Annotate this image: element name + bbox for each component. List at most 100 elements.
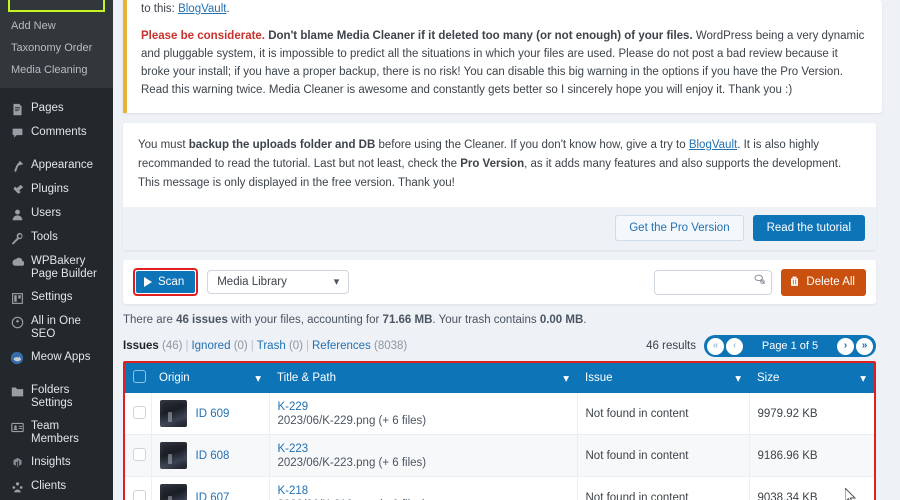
media-thumbnail xyxy=(159,442,187,469)
sidebar-item-label: Team Members xyxy=(31,420,79,445)
row-checkbox[interactable] xyxy=(133,489,146,500)
chevron-down-icon[interactable]: ▾ xyxy=(735,371,741,385)
media-title-link[interactable]: K-223 xyxy=(278,443,569,455)
tab-issues[interactable]: Issues (46) xyxy=(123,340,182,352)
column-issue[interactable]: Issue ▾ xyxy=(577,363,749,393)
read-tutorial-button[interactable]: Read the tutorial xyxy=(752,215,865,241)
row-title-cell: K-223 2023/06/K-223.png (+ 6 files) xyxy=(269,434,578,477)
row-select-cell xyxy=(125,393,152,435)
search-box[interactable] xyxy=(654,269,773,295)
sidebar-item-pages[interactable]: Pages xyxy=(0,97,113,121)
backup-notice-text: You must backup the uploads folder and D… xyxy=(123,123,876,207)
tabs-and-pagination-row: Issues (46) | Ignored (0) | Trash (0) | Refere… xyxy=(123,335,876,357)
chevron-down-icon[interactable]: ▾ xyxy=(563,371,569,385)
select-all-checkbox[interactable] xyxy=(133,370,146,383)
get-pro-version-button[interactable]: Get the Pro Version xyxy=(615,215,744,241)
delete-all-label: Delete All xyxy=(806,276,855,288)
sidebar-item-label: WPBakery Page Builder xyxy=(31,255,97,280)
row-title-cell: K-229 2023/06/K-229.png (+ 6 files) xyxy=(269,393,578,435)
wordpress-admin-screen: Add New Taxonomy Order Media Cleaning Pa… xyxy=(0,0,900,500)
row-checkbox[interactable] xyxy=(133,405,146,419)
tab-ignored-label[interactable]: Ignored xyxy=(191,340,230,352)
backup-notice-actions: Get the Pro Version Read the tutorial xyxy=(123,207,876,250)
column-origin[interactable]: Origin ▾ xyxy=(151,363,269,393)
media-path: 2023/06/K-223.png (+ 6 files) xyxy=(277,456,427,469)
sidebar-item-folders-settings[interactable]: Folders Settings xyxy=(0,379,113,415)
media-id-link[interactable]: ID 609 xyxy=(196,408,230,420)
chevron-down-icon: ▾ xyxy=(333,275,340,288)
delete-all-button[interactable]: Delete All xyxy=(781,268,866,296)
sidebar-item-all-in-one-seo[interactable]: All in One SEO xyxy=(0,310,113,346)
next-page-button[interactable]: › xyxy=(837,337,854,355)
media-thumbnail xyxy=(159,484,187,500)
tab-ignored[interactable]: Ignored (0) xyxy=(191,340,247,352)
sidebar-submenu-item-add-new[interactable]: Add New xyxy=(0,15,113,37)
warning-paragraph: Please be considerate. Don't blame Media… xyxy=(141,27,868,99)
sidebar-item-users[interactable]: Users xyxy=(0,202,113,226)
media-title-link[interactable]: K-218 xyxy=(278,485,569,497)
sidebar-submenu: Add New Taxonomy Order Media Cleaning xyxy=(0,0,113,88)
tab-references-label[interactable]: References xyxy=(312,340,371,352)
scan-button[interactable]: Scan xyxy=(136,271,196,293)
scan-button-highlight: Scan xyxy=(133,268,199,296)
scan-button-label: Scan xyxy=(158,276,185,288)
seo-icon xyxy=(10,315,24,329)
source-select[interactable]: Media Library ▾ xyxy=(207,270,350,294)
sidebar-item-settings[interactable]: Settings xyxy=(0,286,113,310)
prev-page-button[interactable]: ‹ xyxy=(726,337,743,355)
sidebar-item-meow-apps[interactable]: Meow Apps xyxy=(0,346,113,370)
column-size[interactable]: Size ▾ xyxy=(749,363,874,393)
tools-icon xyxy=(10,231,24,245)
row-select-cell xyxy=(125,434,152,477)
sidebar-submenu-item-taxonomy-order[interactable]: Taxonomy Order xyxy=(0,37,113,59)
chevron-down-icon[interactable]: ▾ xyxy=(255,371,261,385)
warning-line-1-prefix: to this: xyxy=(141,3,179,15)
row-checkbox[interactable] xyxy=(133,447,146,461)
chevron-down-icon[interactable]: ▾ xyxy=(860,371,866,385)
stats-text-1: There are xyxy=(123,314,177,326)
sidebar-submenu-label: Taxonomy Order xyxy=(11,42,93,54)
team-members-icon xyxy=(10,420,24,434)
media-id-link[interactable]: ID 607 xyxy=(196,492,230,500)
sidebar-item-wpbakery-page-builder[interactable]: WPBakery Page Builder xyxy=(0,250,113,286)
tab-references[interactable]: References (8038) xyxy=(312,340,407,352)
first-page-button[interactable]: « xyxy=(707,337,724,355)
sidebar-item-team-members[interactable]: Team Members xyxy=(0,415,113,451)
stats-issue-count: 46 issues xyxy=(176,314,228,326)
last-page-button[interactable]: » xyxy=(856,337,873,355)
tab-ignored-count: (0) xyxy=(233,340,248,352)
sidebar-submenu-item-media-cleaning[interactable]: Media Cleaning xyxy=(0,59,113,81)
trash-icon xyxy=(789,275,800,290)
table-row[interactable]: ID 609 K-229 2023/06/K-229.png (+ 6 files… xyxy=(125,393,874,435)
search-input[interactable] xyxy=(662,276,754,288)
issues-table: Origin ▾ Title & Path ▾ Issue ▾ Size ▾ ID 60… xyxy=(125,363,874,500)
tab-separator: | xyxy=(185,340,189,352)
tab-trash[interactable]: Trash (0) xyxy=(257,340,303,352)
sidebar-item-label: Appearance xyxy=(31,159,94,171)
sidebar-divider xyxy=(0,370,113,379)
issues-summary: There are 46 issues with your files, acc… xyxy=(123,314,876,326)
media-title-link[interactable]: K-229 xyxy=(278,401,569,413)
pagination-control: « ‹ Page 1 of 5 › » xyxy=(704,335,876,357)
search-icon[interactable] xyxy=(753,273,766,291)
filter-tabs: Issues (46) | Ignored (0) | Trash (0) | Refere… xyxy=(123,340,407,352)
column-origin-label: Origin xyxy=(159,372,190,384)
sidebar-item-label: Folders Settings xyxy=(31,384,73,409)
folder-icon xyxy=(10,384,24,398)
column-title-path[interactable]: Title & Path ▾ xyxy=(269,363,577,393)
media-id-link[interactable]: ID 608 xyxy=(196,450,230,462)
sidebar-item-appearance[interactable]: Appearance xyxy=(0,154,113,178)
sidebar-divider xyxy=(0,88,113,97)
table-header-row: Origin ▾ Title & Path ▾ Issue ▾ Size ▾ xyxy=(125,363,874,393)
sidebar-item-tools[interactable]: Tools xyxy=(0,226,113,250)
sidebar-item-insights[interactable]: Insights xyxy=(0,451,113,475)
blogvault-link[interactable]: BlogVault xyxy=(178,3,226,15)
blogvault-link[interactable]: BlogVault xyxy=(689,139,737,151)
sidebar-item-comments[interactable]: Comments xyxy=(0,121,113,145)
results-count: 46 results xyxy=(646,340,696,352)
sidebar-item-plugins[interactable]: Plugins xyxy=(0,178,113,202)
tab-trash-label[interactable]: Trash xyxy=(257,340,286,352)
table-row[interactable]: ID 607 K-2182023/06/K-218.png (+ 6 files… xyxy=(125,476,874,500)
sidebar-item-clients[interactable]: Clients xyxy=(0,475,113,499)
table-row[interactable]: ID 608 K-223 2023/06/K-223.png (+ 6 files… xyxy=(125,434,874,477)
